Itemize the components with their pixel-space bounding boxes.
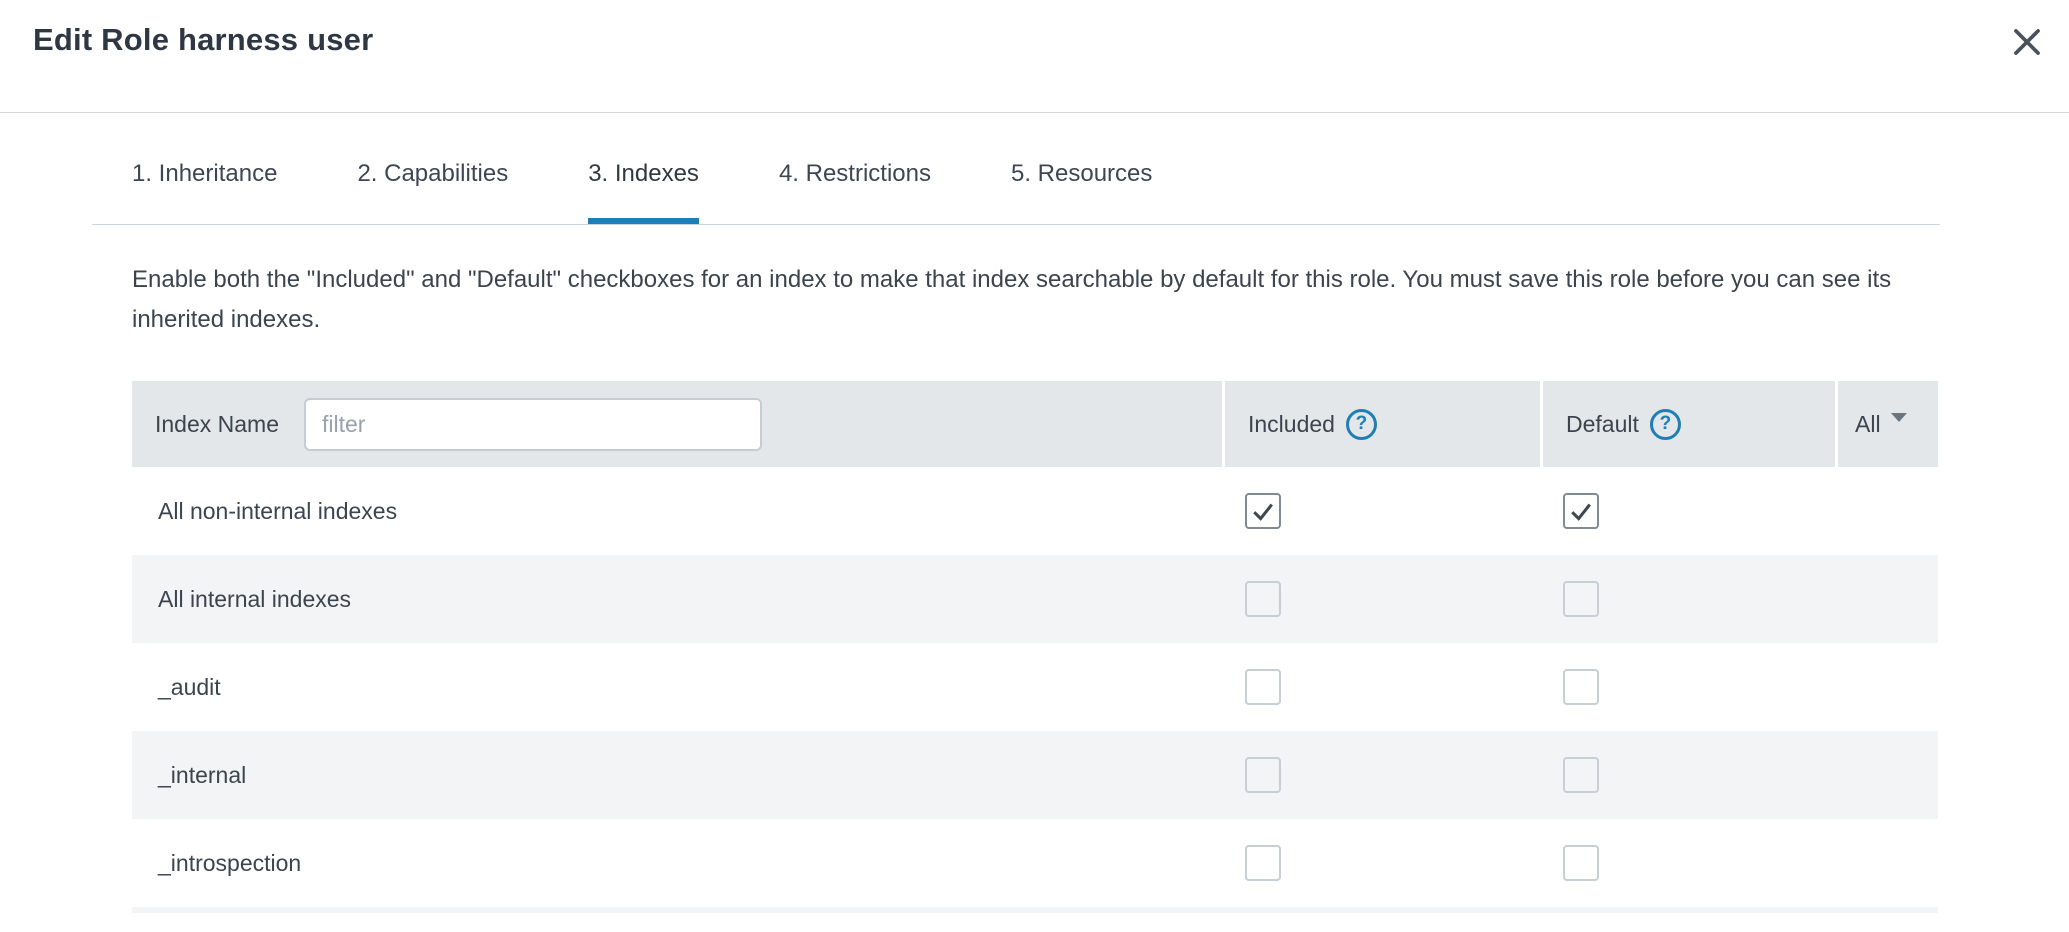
table-row-partial <box>132 907 1938 913</box>
table-row: All non-internal indexes <box>132 467 1938 555</box>
indexes-table: Index Name Included ? Default ? All All … <box>132 381 1938 913</box>
tab-capabilities[interactable]: 2. Capabilities <box>357 160 508 224</box>
included-checkbox[interactable] <box>1245 493 1281 529</box>
index-name-cell: _audit <box>132 643 1225 731</box>
page-title: Edit Role harness user <box>33 22 373 58</box>
included-checkbox[interactable] <box>1245 581 1281 617</box>
column-header-index-name: Index Name <box>132 381 1222 467</box>
table-row: _internal <box>132 731 1938 819</box>
check-icon <box>1567 497 1595 525</box>
indexes-description: Enable both the "Included" and "Default"… <box>132 260 1892 340</box>
default-label: Default <box>1566 411 1639 438</box>
table-row: _audit <box>132 643 1938 731</box>
default-checkbox[interactable] <box>1563 845 1599 881</box>
tab-bar: 1. Inheritance 2. Capabilities 3. Indexe… <box>92 113 1940 225</box>
included-label: Included <box>1248 411 1335 438</box>
close-icon <box>2010 25 2044 59</box>
column-header-included: Included ? <box>1225 381 1540 467</box>
tab-resources[interactable]: 5. Resources <box>1011 160 1152 224</box>
close-button[interactable] <box>2007 22 2047 62</box>
index-name-cell: _internal <box>132 731 1225 819</box>
default-checkbox[interactable] <box>1563 493 1599 529</box>
included-help-icon[interactable]: ? <box>1346 409 1377 440</box>
table-row: _introspection <box>132 819 1938 907</box>
table-header-row: Index Name Included ? Default ? All <box>132 381 1938 467</box>
default-checkbox[interactable] <box>1563 669 1599 705</box>
included-checkbox[interactable] <box>1245 757 1281 793</box>
chevron-down-icon <box>1891 413 1907 422</box>
filter-input[interactable] <box>304 398 762 451</box>
default-checkbox[interactable] <box>1563 757 1599 793</box>
index-name-cell: All non-internal indexes <box>132 467 1225 555</box>
default-checkbox[interactable] <box>1563 581 1599 617</box>
table-row: All internal indexes <box>132 555 1938 643</box>
check-icon <box>1249 497 1277 525</box>
tab-inheritance[interactable]: 1. Inheritance <box>132 160 277 224</box>
all-dropdown-label: All <box>1855 411 1881 438</box>
index-name-cell: _introspection <box>132 819 1225 907</box>
default-help-icon[interactable]: ? <box>1650 409 1681 440</box>
index-name-cell: All internal indexes <box>132 555 1225 643</box>
dialog-header: Edit Role harness user <box>0 0 2069 113</box>
index-name-label: Index Name <box>155 411 279 438</box>
included-checkbox[interactable] <box>1245 845 1281 881</box>
included-checkbox[interactable] <box>1245 669 1281 705</box>
tab-restrictions[interactable]: 4. Restrictions <box>779 160 931 224</box>
tab-indexes[interactable]: 3. Indexes <box>588 160 699 224</box>
column-header-default: Default ? <box>1543 381 1835 467</box>
all-dropdown[interactable]: All <box>1838 381 1938 467</box>
